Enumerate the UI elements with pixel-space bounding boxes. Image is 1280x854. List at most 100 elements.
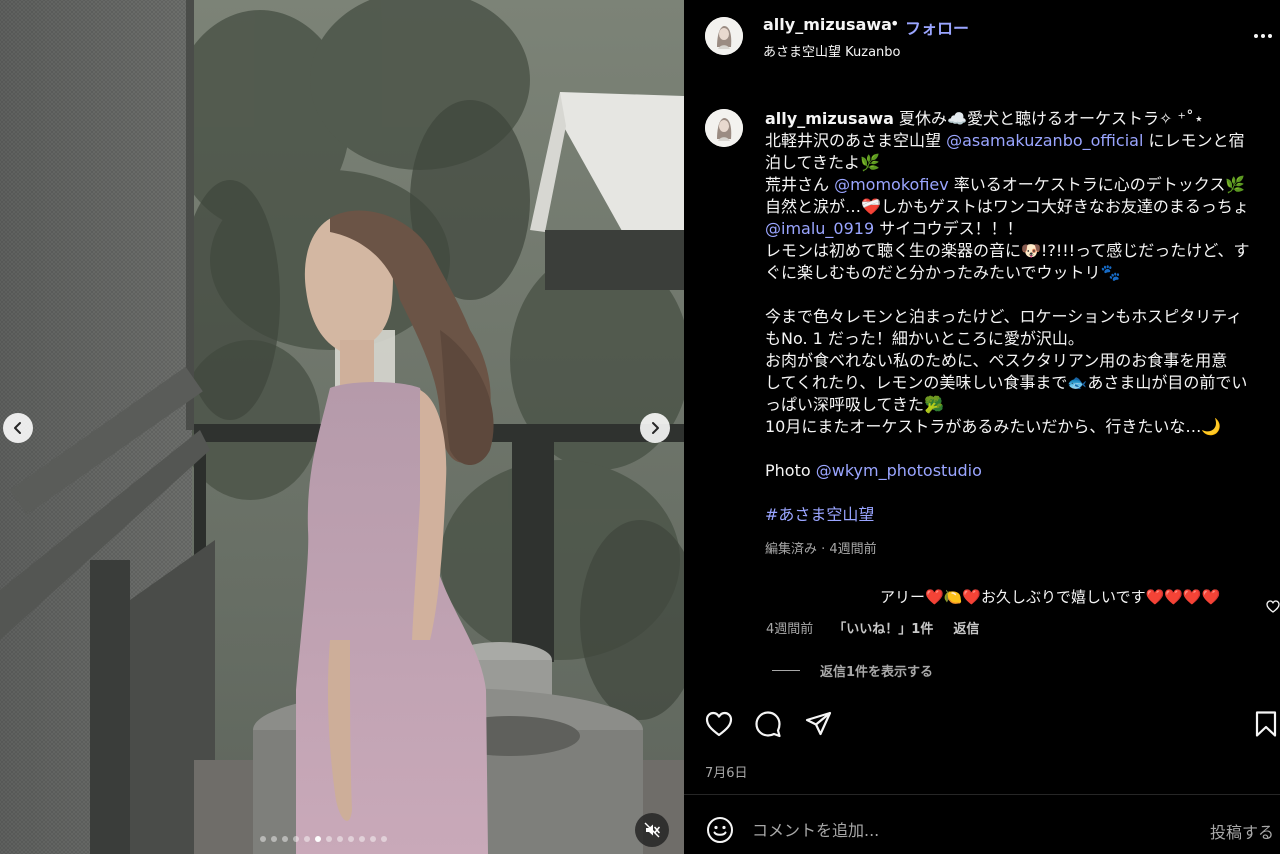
caption-line: レモンは初めて聴く生の楽器の音に🐶!?!!!って感じだったけど、す xyxy=(765,240,1280,262)
action-bar xyxy=(684,705,1280,745)
comment-reply-button[interactable]: 返信 xyxy=(953,618,979,637)
avatar-image xyxy=(705,17,743,55)
caption-text: にレモンと宿 xyxy=(1143,131,1245,150)
carousel-dot xyxy=(370,836,376,842)
comment-likes[interactable]: 「いいね！」1件 xyxy=(833,618,933,637)
caption-line: 北軽井沢のあさま空山望 @asamakuzanbo_official にレモンと… xyxy=(765,130,1280,152)
replies-divider xyxy=(772,670,800,671)
caption-text: 率いるオーケストラに心のデトックス🌿 xyxy=(948,175,1246,194)
comment-text: アリー❤️🍋❤️お久しぶりで嬉しいです❤️❤️❤️❤️ xyxy=(880,588,1221,606)
mention-link[interactable]: @imalu_0919 xyxy=(765,219,874,238)
caption-line: 10月にまたオーケストラがあるみたいだから、行きたいな…🌙 xyxy=(765,416,1280,438)
header-separator: • xyxy=(890,14,900,33)
carousel-dot xyxy=(304,836,310,842)
caption-username[interactable]: ally_mizusawa xyxy=(765,109,894,128)
post-date[interactable]: 7月6日 xyxy=(705,762,748,781)
comment-input[interactable] xyxy=(752,815,1192,845)
caption-line: @imalu_0919 サイコウデス！！！ xyxy=(765,218,1280,240)
post-comment-button[interactable]: 投稿する xyxy=(1210,819,1274,843)
comment-meta: 4週間前 「いいね！」1件 返信 xyxy=(766,618,979,637)
more-horizontal-icon xyxy=(1254,34,1272,38)
comment-time[interactable]: 4週間前 xyxy=(766,618,813,637)
location-link[interactable]: あさま空山望 Kuzanbo xyxy=(763,41,900,60)
caption: ally_mizusawa 夏休み☁️愛犬と聴けるオーケストラ✧ ⁺˚⋆ 北軽井沢… xyxy=(765,108,1280,526)
carousel-next-button[interactable] xyxy=(640,413,670,443)
heart-icon xyxy=(1266,600,1280,613)
emoji-button[interactable] xyxy=(705,815,735,845)
post-details: ally_mizusawa • フォロー あさま空山望 Kuzanbo ally… xyxy=(684,0,1280,854)
caption-text: もNo. 1 だった！細かいところに愛が沢山。 xyxy=(765,329,1084,348)
mention-link[interactable]: @wkym_photostudio xyxy=(816,461,982,480)
caption-line: 自然と涙が…❤️‍🩹しかもゲストはワンコ大好きなお友達のまるっちょ xyxy=(765,196,1280,218)
comment-button[interactable] xyxy=(752,708,784,740)
follow-button[interactable]: フォロー xyxy=(905,15,969,39)
caption-text: ぐに楽しむものだと分かったみたいでウットリ🐾 xyxy=(765,263,1121,282)
caption-text: っぱい深呼吸してきた🥦 xyxy=(765,395,944,414)
caption-line: してくれたり、レモンの美味しい食事まで🐟あさま山が目の前でい xyxy=(765,372,1280,394)
save-button[interactable] xyxy=(1250,708,1280,740)
speaker-muted-icon xyxy=(644,822,660,838)
share-button[interactable] xyxy=(802,708,834,740)
caption-text: 今まで色々レモンと泊まったけど、ロケーションもホスピタリティ xyxy=(765,307,1243,326)
mention-link[interactable]: @momokofiev xyxy=(834,175,949,194)
carousel-dot xyxy=(348,836,354,842)
more-options-button[interactable] xyxy=(1251,24,1275,48)
avatar[interactable] xyxy=(705,17,743,55)
hashtag-link[interactable]: #あさま空山望 xyxy=(765,505,874,524)
chevron-left-icon xyxy=(14,422,21,434)
carousel-dot xyxy=(293,836,299,842)
caption-line: もNo. 1 だった！細かいところに愛が沢山。 xyxy=(765,328,1280,350)
mention-link[interactable]: @asamakuzanbo_official xyxy=(946,131,1143,150)
comment-like-button[interactable] xyxy=(1266,598,1280,617)
post-photo xyxy=(0,0,684,854)
carousel-dot xyxy=(337,836,343,842)
carousel-dot xyxy=(381,836,387,842)
comment-bubble-icon xyxy=(755,711,781,738)
caption-meta: 編集済み · 4週間前 xyxy=(765,542,877,557)
caption-text: 荒井さん xyxy=(765,175,835,194)
caption-text: お肉が食べれない私のために、ペスクタリアン用のお食事を用意 xyxy=(765,351,1228,370)
smiley-icon xyxy=(707,817,733,843)
post-media[interactable] xyxy=(0,0,684,854)
caption-text: Photo xyxy=(765,461,816,480)
caption-line: 泊してきたよ🌿 xyxy=(765,152,1280,174)
caption-text: サイコウデス！！！ xyxy=(874,219,1023,238)
caption-text: してくれたり、レモンの美味しい食事まで🐟あさま山が目の前でい xyxy=(765,373,1248,392)
carousel-dot xyxy=(326,836,332,842)
carousel-dot xyxy=(315,836,321,842)
carousel-dot xyxy=(359,836,365,842)
mute-button[interactable] xyxy=(635,813,669,847)
caption-text: 夏休み☁️愛犬と聴けるオーケストラ✧ ⁺˚⋆ xyxy=(899,109,1204,128)
paper-plane-icon xyxy=(805,711,832,736)
chevron-right-icon xyxy=(652,422,659,434)
caption-text: 北軽井沢のあさま空山望 xyxy=(765,131,947,150)
caption-text: 自然と涙が…❤️‍🩹しかもゲストはワンコ大好きなお友達のまるっちょ xyxy=(765,197,1249,216)
avatar-image xyxy=(705,109,743,147)
heart-icon xyxy=(705,711,733,737)
caption-line: 荒井さん @momokofiev 率いるオーケストラに心のデトックス🌿 xyxy=(765,174,1280,196)
carousel-dot xyxy=(271,836,277,842)
caption-text: レモンは初めて聴く生の楽器の音に🐶!?!!!って感じだったけど、す xyxy=(765,241,1250,260)
carousel-prev-button[interactable] xyxy=(3,413,33,443)
caption-avatar[interactable] xyxy=(705,109,743,147)
caption-line: ally_mizusawa 夏休み☁️愛犬と聴けるオーケストラ✧ ⁺˚⋆ xyxy=(765,108,1280,130)
view-replies-button[interactable]: 返信1件を表示する xyxy=(820,661,933,680)
caption-line: っぱい深呼吸してきた🥦 xyxy=(765,394,1280,416)
carousel-dot xyxy=(260,836,266,842)
caption-line: #あさま空山望 xyxy=(765,504,1280,526)
caption-line: ぐに楽しむものだと分かったみたいでウットリ🐾 xyxy=(765,262,1280,284)
header-username[interactable]: ally_mizusawa xyxy=(763,15,892,34)
caption-text: 泊してきたよ🌿 xyxy=(765,153,880,172)
bookmark-icon xyxy=(1255,711,1277,737)
like-button[interactable] xyxy=(703,708,735,740)
caption-line: 今まで色々レモンと泊まったけど、ロケーションもホスピタリティ xyxy=(765,306,1280,328)
carousel-dot xyxy=(282,836,288,842)
caption-text: 10月にまたオーケストラがあるみたいだから、行きたいな…🌙 xyxy=(765,417,1222,436)
caption-line: お肉が食べれない私のために、ペスクタリアン用のお食事を用意 xyxy=(765,350,1280,372)
carousel-indicator xyxy=(260,836,387,842)
divider xyxy=(684,794,1280,795)
caption-line: Photo @wkym_photostudio xyxy=(765,460,1280,482)
